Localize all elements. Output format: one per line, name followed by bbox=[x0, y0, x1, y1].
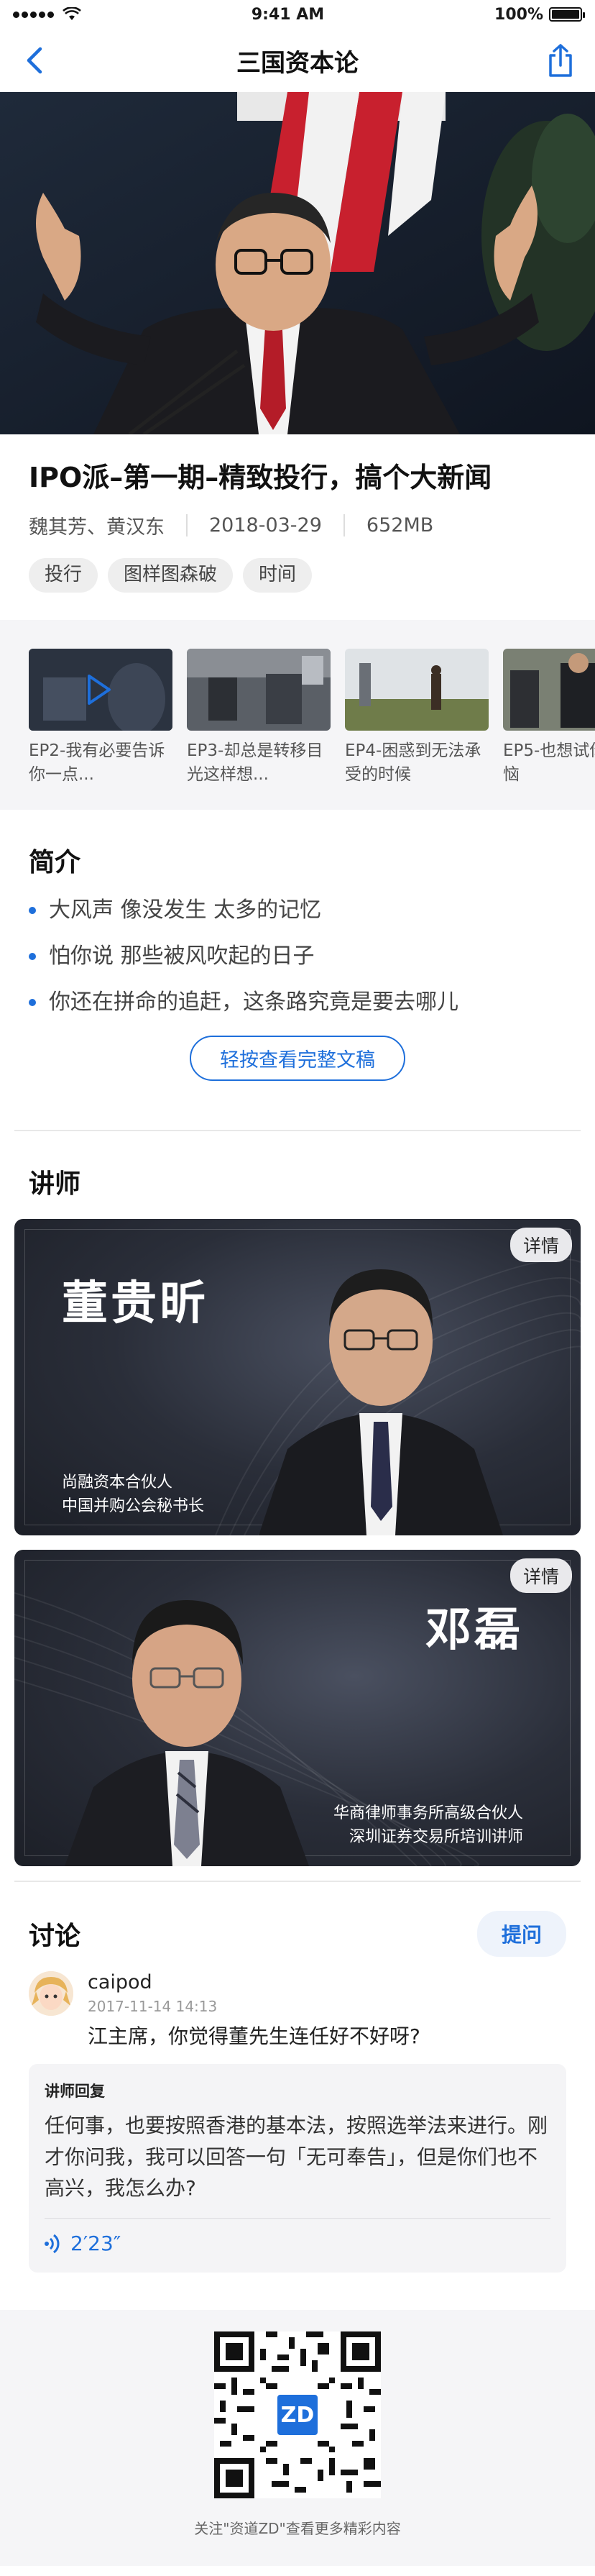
episode-card[interactable]: EP2-我有必要告诉你一点... bbox=[29, 648, 172, 787]
episode-speakers: 魏其芳、黄汉东 bbox=[29, 516, 165, 539]
episode-date: 2018-03-29 bbox=[186, 514, 343, 537]
discussion-heading: 讨论 bbox=[29, 1922, 81, 1952]
episode-thumbnail bbox=[29, 648, 172, 731]
view-full-transcript-button[interactable]: 轻按查看完整文稿 bbox=[190, 1036, 405, 1082]
episode-label: EP2-我有必要告诉你一点... bbox=[29, 741, 165, 784]
divider bbox=[45, 2218, 550, 2219]
reply-text: 任何事，也要按照香港的基本法，按照选举法来进行。刚才你问我，我可以回答一句「无可… bbox=[45, 2114, 548, 2201]
episode-label: EP4-困惑到无法承受的时候 bbox=[345, 741, 481, 784]
teacher-desc: 尚融资本合伙人 中国并购公会秘书长 bbox=[62, 1471, 204, 1518]
nav-bar: 三国资本论 bbox=[0, 29, 595, 92]
status-right: 100% bbox=[494, 5, 585, 24]
hero-image bbox=[0, 92, 595, 434]
share-icon bbox=[549, 44, 572, 77]
episode-label: EP5-也想试你的烦恼 bbox=[503, 741, 595, 784]
episode-title: IPO派–第一期–精致投行，搞个大新闻 bbox=[29, 462, 492, 493]
comment-body: caipod 2017-11-14 14:13 江主席，你觉得董先生连任好不好呀… bbox=[88, 1971, 420, 2050]
episode-card[interactable]: EP5-也想试你的烦恼 bbox=[503, 648, 595, 787]
wifi-icon bbox=[63, 7, 81, 20]
status-left bbox=[13, 7, 81, 22]
teacher-desc-line: 尚融资本合伙人 bbox=[62, 1474, 173, 1492]
teachers-section: 讲师 bbox=[0, 1131, 595, 1219]
intro-item-text: 你还在拼命的追赶，这条路究竟是要去哪儿 bbox=[49, 990, 458, 1015]
status-time: 9:41 AM bbox=[251, 5, 325, 24]
teacher-desc: 华商律师事务所高级合伙人 深圳证券交易所培训讲师 bbox=[333, 1801, 523, 1849]
intro-item: 怕你说 那些被风吹起的日子 bbox=[29, 944, 566, 969]
hero-photo bbox=[0, 92, 595, 434]
detail-button[interactable]: 详情 bbox=[509, 1228, 572, 1263]
battery-percent: 100% bbox=[494, 5, 543, 24]
intro-item: 大风声 像没发生 太多的记忆 bbox=[29, 898, 566, 923]
battery-icon bbox=[549, 7, 585, 22]
bullet-icon bbox=[29, 953, 36, 961]
teacher-photo bbox=[259, 1269, 503, 1536]
page-title: 三国资本论 bbox=[236, 48, 359, 78]
intro-item: 你还在拼命的追赶，这条路究竟是要去哪儿 bbox=[29, 990, 566, 1015]
teacher-card[interactable]: 邓磊 华商律师事务所高级合伙人 深圳证券交易所培训讲师 详情 bbox=[14, 1550, 581, 1867]
share-button[interactable] bbox=[540, 40, 581, 81]
episode-label: EP3-却总是转移目光这样想... bbox=[187, 741, 323, 784]
episode-thumbnail bbox=[187, 648, 331, 731]
discussion-header: 讨论 提问 bbox=[0, 1882, 595, 1971]
bullet-icon bbox=[29, 907, 36, 915]
intro-item-text: 大风声 像没发生 太多的记忆 bbox=[49, 898, 322, 923]
teacher-card[interactable]: 董贵昕 尚融资本合伙人 中国并购公会秘书长 详情 bbox=[14, 1219, 581, 1536]
comment: caipod 2017-11-14 14:13 江主席，你觉得董先生连任好不好呀… bbox=[0, 1971, 595, 2050]
episode-card[interactable]: EP3-却总是转移目光这样想... bbox=[187, 648, 331, 787]
comment-text: 江主席，你觉得董先生连任好不好呀? bbox=[88, 2024, 420, 2049]
audio-length: 2′23″ bbox=[70, 2232, 121, 2256]
comment-username: caipod bbox=[88, 1971, 152, 1994]
episode-thumbnail bbox=[345, 648, 489, 731]
teacher-name: 邓磊 bbox=[425, 1604, 523, 1658]
back-button[interactable] bbox=[14, 40, 55, 81]
tag[interactable]: 时间 bbox=[243, 558, 313, 593]
tag-list: 投行 图样图森破 时间 bbox=[29, 558, 566, 593]
zd-logo-icon: ZD bbox=[273, 2390, 322, 2440]
ask-question-button[interactable]: 提问 bbox=[476, 1911, 566, 1958]
tag[interactable]: 图样图森破 bbox=[108, 558, 234, 593]
teacher-desc-line: 中国并购公会秘书长 bbox=[62, 1497, 205, 1516]
teacher-name: 董贵昕 bbox=[62, 1277, 208, 1331]
episode-meta: 魏其芳、黄汉东 2018-03-29 652MB bbox=[29, 511, 566, 539]
episode-thumbnail bbox=[503, 648, 595, 731]
teacher-photo bbox=[65, 1600, 309, 1867]
qr-code: ZD bbox=[214, 2331, 381, 2499]
teacher-reply: 讲师回复 任何事，也要按照香港的基本法，按照选举法来进行。刚才你问我，我可以回答… bbox=[29, 2064, 566, 2273]
intro-section: 简介 大风声 像没发生 太多的记忆 怕你说 那些被风吹起的日子 你还在拼命的追赶… bbox=[0, 810, 595, 1102]
audio-player[interactable]: 2′23″ bbox=[45, 2232, 550, 2255]
intro-item-text: 怕你说 那些被风吹起的日子 bbox=[49, 944, 315, 969]
tag[interactable]: 投行 bbox=[29, 558, 98, 593]
status-bar: 9:41 AM 100% bbox=[0, 0, 595, 29]
episode-size: 652MB bbox=[343, 514, 455, 537]
teacher-desc-line: 深圳证券交易所培训讲师 bbox=[349, 1828, 523, 1847]
play-icon bbox=[88, 674, 111, 705]
footer: ZD 关注"资道ZD"查看更多精彩内容 bbox=[0, 2310, 595, 2567]
reply-label: 讲师回复 bbox=[45, 2083, 105, 2101]
signal-icon bbox=[13, 11, 54, 18]
episode-carousel: EP2-我有必要告诉你一点... EP3-却总是转移目光这样想... EP4-困… bbox=[0, 619, 595, 810]
avatar[interactable] bbox=[29, 1971, 73, 2017]
teachers-heading: 讲师 bbox=[29, 1169, 81, 1200]
teacher-desc-line: 华商律师事务所高级合伙人 bbox=[333, 1804, 523, 1823]
detail-button[interactable]: 详情 bbox=[509, 1558, 572, 1594]
footer-text: 关注"资道ZD"查看更多精彩内容 bbox=[194, 2520, 401, 2538]
intro-list: 大风声 像没发生 太多的记忆 怕你说 那些被风吹起的日子 你还在拼命的追赶，这条… bbox=[29, 898, 566, 1015]
chevron-left-icon bbox=[27, 47, 42, 74]
audio-wave-icon bbox=[45, 2234, 60, 2254]
bullet-icon bbox=[29, 999, 36, 1007]
episode-card[interactable]: EP4-困惑到无法承受的时候 bbox=[345, 648, 489, 787]
episode-info: IPO派–第一期–精致投行，搞个大新闻 魏其芳、黄汉东 2018-03-29 6… bbox=[0, 434, 595, 620]
intro-heading: 简介 bbox=[29, 848, 81, 878]
comment-time: 2017-11-14 14:13 bbox=[88, 1998, 218, 2016]
